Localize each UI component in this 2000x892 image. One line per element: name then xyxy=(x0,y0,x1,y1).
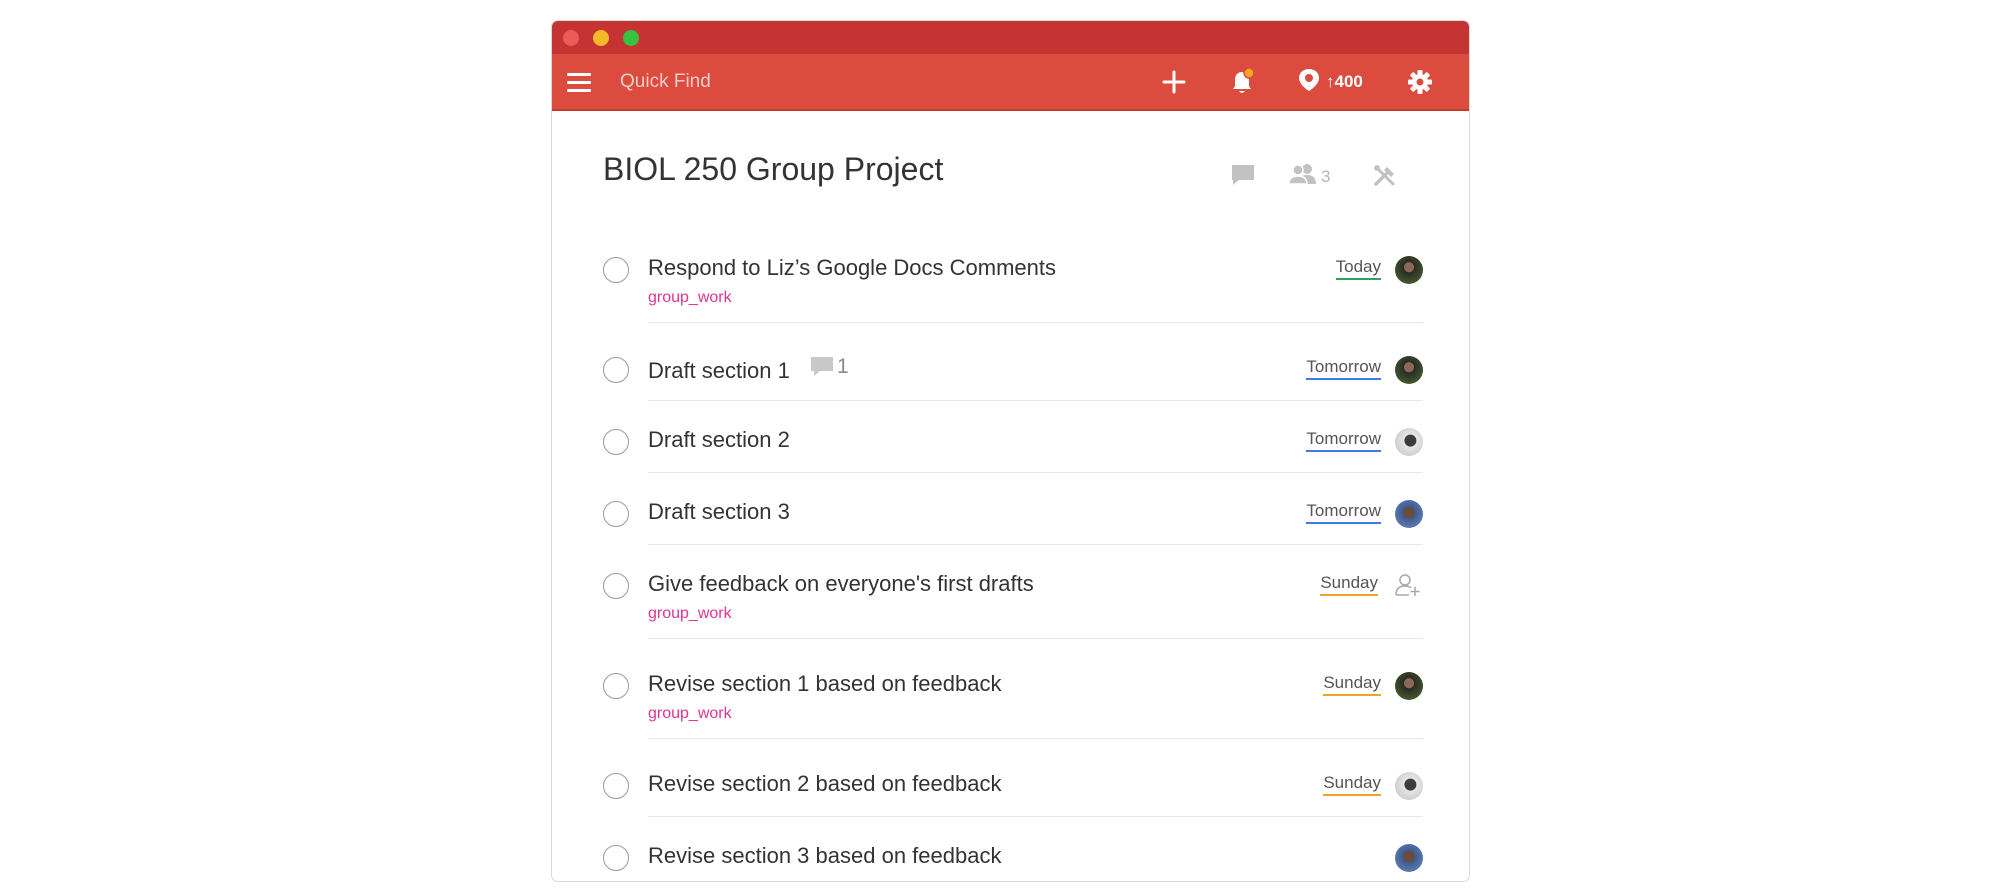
karma-score[interactable]: ↑400 xyxy=(1296,67,1363,97)
collaborator-count: 3 xyxy=(1321,166,1331,186)
due-date[interactable]: Tomorrow xyxy=(1306,501,1381,524)
due-date[interactable]: Sunday xyxy=(1320,573,1378,596)
due-date[interactable]: Today xyxy=(1335,257,1381,280)
task-checkbox[interactable] xyxy=(603,845,629,871)
task-checkbox[interactable] xyxy=(603,501,629,527)
task-checkbox[interactable] xyxy=(603,357,629,383)
task-label[interactable]: group_work xyxy=(648,705,732,723)
app-window: Quick Find ↑400 BIOL 250 Group Project 3… xyxy=(551,20,1470,882)
add-person-icon[interactable] xyxy=(1395,572,1421,603)
task-checkbox[interactable] xyxy=(603,257,629,283)
task-content: Respond to Liz’s Google Docs Comments xyxy=(648,255,1057,280)
hamburger-icon[interactable] xyxy=(567,72,591,92)
karma-icon xyxy=(1296,67,1322,98)
window-titlebar xyxy=(552,21,1469,54)
gear-icon[interactable] xyxy=(1405,67,1435,97)
divider xyxy=(648,322,1423,323)
task-content: Draft section 3 xyxy=(648,499,790,524)
zoom-window-button[interactable] xyxy=(623,30,639,46)
due-date[interactable]: Tomorrow xyxy=(1306,429,1381,452)
due-date[interactable]: Sunday xyxy=(1323,773,1381,796)
comment-icon[interactable] xyxy=(1230,163,1256,192)
quick-find-input[interactable]: Quick Find xyxy=(620,71,711,93)
karma-value: 400 xyxy=(1334,72,1363,91)
task-checkbox[interactable] xyxy=(603,573,629,599)
task-content: Revise section 1 based on feedback xyxy=(648,671,1002,696)
comment-icon xyxy=(810,357,833,376)
top-bar: Quick Find ↑400 xyxy=(552,54,1469,111)
comment-count: 1 xyxy=(836,355,849,378)
divider xyxy=(648,738,1423,739)
bell-icon[interactable] xyxy=(1227,67,1257,97)
task-checkbox[interactable] xyxy=(603,429,629,455)
task-label[interactable]: group_work xyxy=(648,289,732,307)
divider xyxy=(648,638,1423,639)
plus-icon[interactable] xyxy=(1159,67,1189,97)
avatar[interactable] xyxy=(1395,256,1423,284)
minimize-window-button[interactable] xyxy=(593,30,609,46)
avatar[interactable] xyxy=(1395,772,1423,800)
due-date[interactable]: Tomorrow xyxy=(1306,357,1381,380)
close-window-button[interactable] xyxy=(563,30,579,46)
divider xyxy=(648,544,1423,545)
task-content: Draft section 2 xyxy=(648,427,790,452)
task-checkbox[interactable] xyxy=(603,773,629,799)
task-content: Revise section 2 based on feedback xyxy=(648,771,1002,796)
divider xyxy=(648,400,1423,401)
people-icon xyxy=(1288,163,1318,190)
divider xyxy=(648,472,1423,473)
tools-icon[interactable] xyxy=(1372,163,1398,192)
task-checkbox[interactable] xyxy=(603,673,629,699)
page-title: BIOL 250 Group Project xyxy=(603,151,944,187)
avatar[interactable] xyxy=(1395,500,1423,528)
task-comments[interactable]: 1 xyxy=(810,355,849,379)
karma-arrow: ↑ xyxy=(1326,72,1335,91)
task-content: Give feedback on everyone's first drafts xyxy=(648,571,1034,596)
task-label[interactable]: group_work xyxy=(648,605,732,623)
divider xyxy=(648,816,1423,817)
task-content: Draft section 1 xyxy=(648,358,790,383)
avatar[interactable] xyxy=(1395,672,1423,700)
avatar[interactable] xyxy=(1395,844,1423,872)
collaborators-button[interactable]: 3 xyxy=(1288,163,1330,190)
avatar[interactable] xyxy=(1395,428,1423,456)
due-date[interactable]: Sunday xyxy=(1323,673,1381,696)
task-content: Revise section 3 based on feedback xyxy=(648,843,1002,868)
avatar[interactable] xyxy=(1395,356,1423,384)
